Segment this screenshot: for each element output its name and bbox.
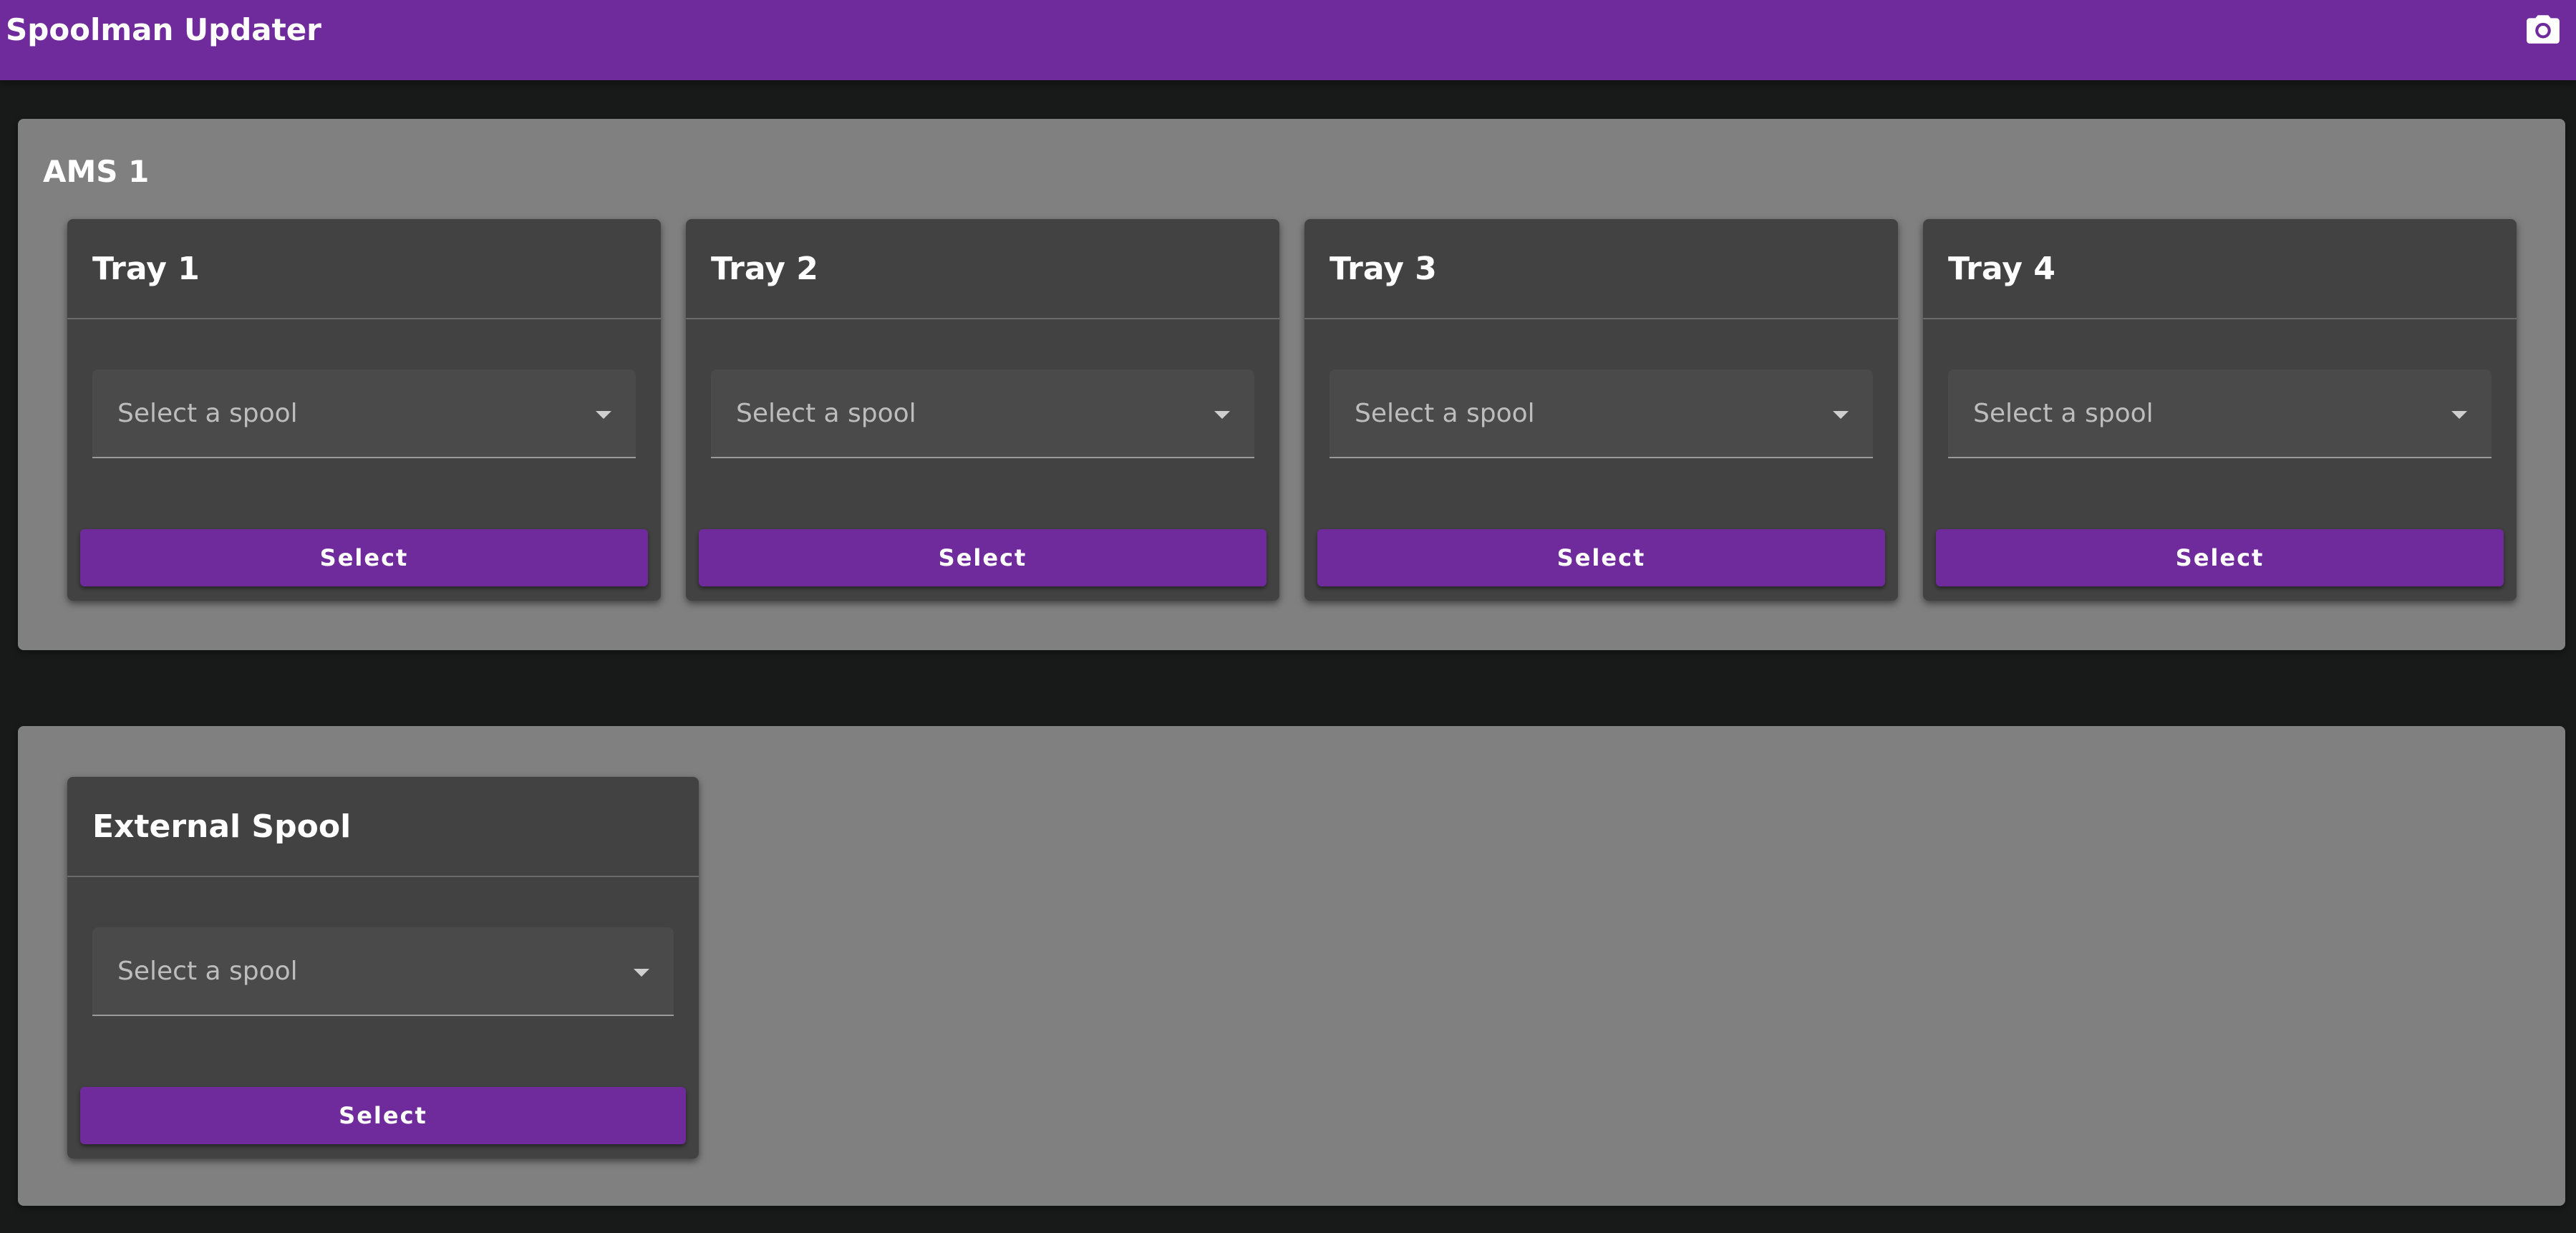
select-button[interactable]: Select xyxy=(699,529,1267,586)
app-title: Spoolman Updater xyxy=(6,12,321,47)
tray-title: Tray 3 xyxy=(1330,251,1437,287)
spool-select[interactable]: Select a spool xyxy=(711,369,1254,458)
caret-down-icon xyxy=(2451,411,2467,419)
spool-select[interactable]: Select a spool xyxy=(1330,369,1873,458)
card-header: Tray 2 xyxy=(686,219,1279,319)
external-panel: External Spool Select a spool Select xyxy=(18,726,2565,1206)
external-spool-card: External Spool Select a spool Select xyxy=(67,777,699,1159)
tray-card-3: Tray 3 Select a spool Select xyxy=(1304,219,1898,601)
card-header: Tray 3 xyxy=(1304,219,1898,319)
card-header: External Spool xyxy=(67,777,699,877)
spool-select[interactable]: Select a spool xyxy=(1948,369,2492,458)
select-placeholder: Select a spool xyxy=(736,399,916,428)
tray-title: Tray 2 xyxy=(711,251,818,287)
tray-title: Tray 1 xyxy=(92,251,200,287)
spool-select[interactable]: Select a spool xyxy=(92,369,636,458)
select-placeholder: Select a spool xyxy=(1973,399,2154,428)
tray-card-4: Tray 4 Select a spool Select xyxy=(1923,219,2517,601)
tray-card-1: Tray 1 Select a spool Select xyxy=(67,219,661,601)
select-button[interactable]: Select xyxy=(1936,529,2504,586)
select-placeholder: Select a spool xyxy=(1355,399,1535,428)
select-placeholder: Select a spool xyxy=(117,957,298,986)
camera-button[interactable] xyxy=(2523,11,2563,47)
caret-down-icon xyxy=(1214,411,1230,419)
tray-card-2: Tray 2 Select a spool Select xyxy=(686,219,1279,601)
spool-select[interactable]: Select a spool xyxy=(92,927,674,1016)
card-header: Tray 1 xyxy=(67,219,661,319)
tray-title: Tray 4 xyxy=(1948,251,2056,287)
caret-down-icon xyxy=(1833,411,1849,419)
card-header: Tray 4 xyxy=(1923,219,2517,319)
select-button[interactable]: Select xyxy=(1317,529,1885,586)
select-button[interactable]: Select xyxy=(80,529,648,586)
app-bar: Spoolman Updater xyxy=(0,0,2576,80)
caret-down-icon xyxy=(634,969,649,977)
select-button[interactable]: Select xyxy=(80,1087,686,1144)
external-spool-title: External Spool xyxy=(92,808,352,845)
select-placeholder: Select a spool xyxy=(117,399,298,428)
ams-panel: AMS 1 Tray 1 Select a spool Select Tray … xyxy=(18,119,2565,650)
ams-title: AMS 1 xyxy=(43,154,150,189)
caret-down-icon xyxy=(596,411,611,419)
camera-icon xyxy=(2527,15,2560,44)
